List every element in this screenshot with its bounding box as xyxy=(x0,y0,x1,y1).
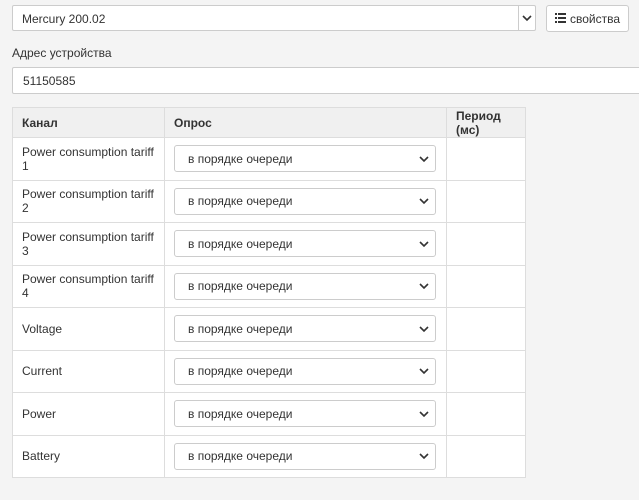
device-address-input[interactable]: 51150585 xyxy=(12,67,639,94)
period-cell[interactable] xyxy=(446,264,526,308)
table-row: Current в порядке очереди xyxy=(12,349,526,393)
table-row: Power consumption tariff 3 в порядке очер… xyxy=(12,222,526,266)
chevron-down-icon xyxy=(419,279,429,293)
poll-mode-select[interactable]: в порядке очереди xyxy=(174,145,436,173)
chevron-down-icon xyxy=(419,407,429,421)
column-header-poll: Опрос xyxy=(164,107,447,138)
channel-name: Battery xyxy=(12,434,165,478)
period-cell[interactable] xyxy=(446,179,526,223)
table-row: Power consumption tariff 1 в порядке очер… xyxy=(12,137,526,181)
device-address-label: Адрес устройства xyxy=(12,46,112,60)
chevron-down-icon xyxy=(419,152,429,166)
table-row: Voltage в порядке очереди xyxy=(12,307,526,351)
table-row: Power consumption tariff 2 в порядке очер… xyxy=(12,179,526,223)
poll-mode-value: в порядке очереди xyxy=(188,151,293,166)
poll-cell: в порядке очереди xyxy=(164,179,447,223)
poll-mode-select[interactable]: в порядке очереди xyxy=(174,357,436,385)
column-header-period: Период (мс) xyxy=(446,107,526,138)
channel-name: Power xyxy=(12,392,165,436)
table-row: Power в порядке очереди xyxy=(12,392,526,436)
chevron-down-icon xyxy=(419,194,429,208)
channel-name: Voltage xyxy=(12,307,165,351)
chevron-down-icon xyxy=(419,237,429,251)
poll-mode-value: в порядке очереди xyxy=(188,236,293,251)
poll-mode-select[interactable]: в порядке очереди xyxy=(174,442,436,470)
table-row: Battery в порядке очереди xyxy=(12,434,526,478)
channel-name: Power consumption tariff 4 xyxy=(12,264,165,308)
poll-cell: в порядке очереди xyxy=(164,392,447,436)
poll-mode-value: в порядке очереди xyxy=(188,279,293,294)
device-model-select[interactable]: Mercury 200.02 xyxy=(12,5,536,31)
poll-mode-select[interactable]: в порядке очереди xyxy=(174,315,436,343)
poll-cell: в порядке очереди xyxy=(164,222,447,266)
channel-name: Power consumption tariff 3 xyxy=(12,222,165,266)
channel-name: Power consumption tariff 2 xyxy=(12,179,165,223)
list-icon xyxy=(554,12,566,26)
table-row: Power consumption tariff 4 в порядке очер… xyxy=(12,264,526,308)
channels-table: Канал Опрос Период (мс) Power consumptio… xyxy=(12,107,526,478)
poll-mode-select[interactable]: в порядке очереди xyxy=(174,272,436,300)
poll-mode-value: в порядке очереди xyxy=(188,321,293,336)
device-model-value: Mercury 200.02 xyxy=(22,12,106,26)
chevron-down-icon xyxy=(419,322,429,336)
poll-mode-value: в порядке очереди xyxy=(188,194,293,209)
poll-mode-select[interactable]: в порядке очереди xyxy=(174,400,436,428)
chevron-down-icon xyxy=(419,449,429,463)
poll-mode-select[interactable]: в порядке очереди xyxy=(174,187,436,215)
period-cell[interactable] xyxy=(446,434,526,478)
period-cell[interactable] xyxy=(446,349,526,393)
period-cell[interactable] xyxy=(446,307,526,351)
poll-cell: в порядке очереди xyxy=(164,307,447,351)
poll-mode-value: в порядке очереди xyxy=(188,406,293,421)
poll-cell: в порядке очереди xyxy=(164,349,447,393)
column-header-channel: Канал xyxy=(12,107,165,138)
poll-mode-select[interactable]: в порядке очереди xyxy=(174,230,436,258)
channel-name: Current xyxy=(12,349,165,393)
poll-cell: в порядке очереди xyxy=(164,137,447,181)
period-cell[interactable] xyxy=(446,137,526,181)
properties-button-label: свойства xyxy=(569,11,621,26)
chevron-down-icon[interactable] xyxy=(518,6,535,30)
properties-button[interactable]: свойства xyxy=(546,5,629,32)
period-cell[interactable] xyxy=(446,392,526,436)
poll-mode-value: в порядке очереди xyxy=(188,449,293,464)
poll-cell: в порядке очереди xyxy=(164,434,447,478)
chevron-down-icon xyxy=(419,364,429,378)
poll-mode-value: в порядке очереди xyxy=(188,364,293,379)
channel-name: Power consumption tariff 1 xyxy=(12,137,165,181)
table-header-row: Канал Опрос Период (мс) xyxy=(12,107,526,138)
period-cell[interactable] xyxy=(446,222,526,266)
poll-cell: в порядке очереди xyxy=(164,264,447,308)
